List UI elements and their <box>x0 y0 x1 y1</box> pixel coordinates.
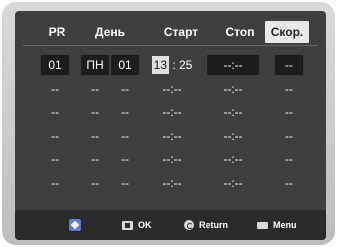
pr-cell[interactable]: -- <box>41 149 69 169</box>
ok-hint[interactable]: OK <box>122 210 152 240</box>
tv-frame: PR День Старт Стоп Скор. 01 ПН 01 13 : 25 --… <box>2 2 335 245</box>
menu-icon <box>257 221 268 229</box>
start-hour-field[interactable]: 13 <box>151 56 169 74</box>
timer-list: 01 ПН 01 13 : 25 --:-- -- -- -- -- --:-- --:-- -- --… <box>15 55 326 196</box>
pr-cell[interactable]: 01 <box>41 55 69 75</box>
return-label: Return <box>199 220 228 230</box>
start-cell[interactable]: --:-- <box>147 79 197 99</box>
pr-cell[interactable]: -- <box>41 102 69 122</box>
day-cell[interactable]: ПН <box>81 55 109 75</box>
header-divider <box>23 45 318 46</box>
day-cell[interactable]: -- <box>81 173 109 193</box>
date-cell[interactable]: 01 <box>111 55 139 75</box>
nav-hint <box>69 210 86 240</box>
date-cell[interactable]: -- <box>111 102 139 122</box>
day-cell[interactable]: -- <box>81 126 109 146</box>
ok-label: OK <box>138 220 152 230</box>
start-cell[interactable]: --:-- <box>147 102 197 122</box>
header-speed[interactable]: Скор. <box>265 21 309 43</box>
stop-cell[interactable]: --:-- <box>207 79 259 99</box>
menu-label: Menu <box>273 220 297 230</box>
timer-row[interactable]: 01 ПН 01 13 : 25 --:-- -- <box>15 55 326 79</box>
timer-programming-screen: PR День Старт Стоп Скор. 01 ПН 01 13 : 25 --… <box>15 11 326 240</box>
stop-cell[interactable]: --:-- <box>207 173 259 193</box>
timer-row[interactable]: -- -- -- --:-- --:-- -- <box>15 173 326 197</box>
pr-cell[interactable]: -- <box>41 173 69 193</box>
speed-cell[interactable]: -- <box>275 149 303 169</box>
day-cell[interactable]: -- <box>81 102 109 122</box>
timer-row[interactable]: -- -- -- --:-- --:-- -- <box>15 149 326 173</box>
stop-cell[interactable]: --:-- <box>207 55 259 75</box>
stop-cell[interactable]: --:-- <box>207 102 259 122</box>
header-stop: Стоп <box>225 25 255 39</box>
speed-cell[interactable]: -- <box>275 79 303 99</box>
timer-row[interactable]: -- -- -- --:-- --:-- -- <box>15 126 326 150</box>
pr-cell[interactable]: -- <box>41 126 69 146</box>
ok-button-icon <box>122 220 133 230</box>
timer-row[interactable]: -- -- -- --:-- --:-- -- <box>15 102 326 126</box>
date-cell[interactable]: -- <box>111 149 139 169</box>
start-cell[interactable]: 13 : 25 <box>147 55 197 75</box>
timer-row[interactable]: -- -- -- --:-- --:-- -- <box>15 79 326 103</box>
speed-cell[interactable]: -- <box>275 102 303 122</box>
speed-cell[interactable]: -- <box>275 55 303 75</box>
return-hint[interactable]: Return <box>184 210 228 240</box>
start-cell[interactable]: --:-- <box>147 126 197 146</box>
stop-cell[interactable]: --:-- <box>207 126 259 146</box>
date-cell[interactable]: -- <box>111 79 139 99</box>
column-header: PR День Старт Стоп Скор. <box>15 21 326 43</box>
start-cell[interactable]: --:-- <box>147 149 197 169</box>
stop-cell[interactable]: --:-- <box>207 149 259 169</box>
start-minute-field[interactable]: : 25 <box>169 58 192 72</box>
header-pr: PR <box>48 25 66 39</box>
date-cell[interactable]: -- <box>111 173 139 193</box>
speed-cell[interactable]: -- <box>275 173 303 193</box>
header-start: Старт <box>163 25 199 39</box>
start-cell[interactable]: --:-- <box>147 173 197 193</box>
return-icon <box>184 220 194 230</box>
navigation-arrows-icon <box>69 219 81 231</box>
speed-cell[interactable]: -- <box>275 126 303 146</box>
day-cell[interactable]: -- <box>81 79 109 99</box>
button-guide-bar: OK Return Menu <box>15 210 326 240</box>
menu-hint[interactable]: Menu <box>257 210 297 240</box>
date-cell[interactable]: -- <box>111 126 139 146</box>
pr-cell[interactable]: -- <box>41 79 69 99</box>
header-day: День <box>95 25 125 39</box>
day-cell[interactable]: -- <box>81 149 109 169</box>
